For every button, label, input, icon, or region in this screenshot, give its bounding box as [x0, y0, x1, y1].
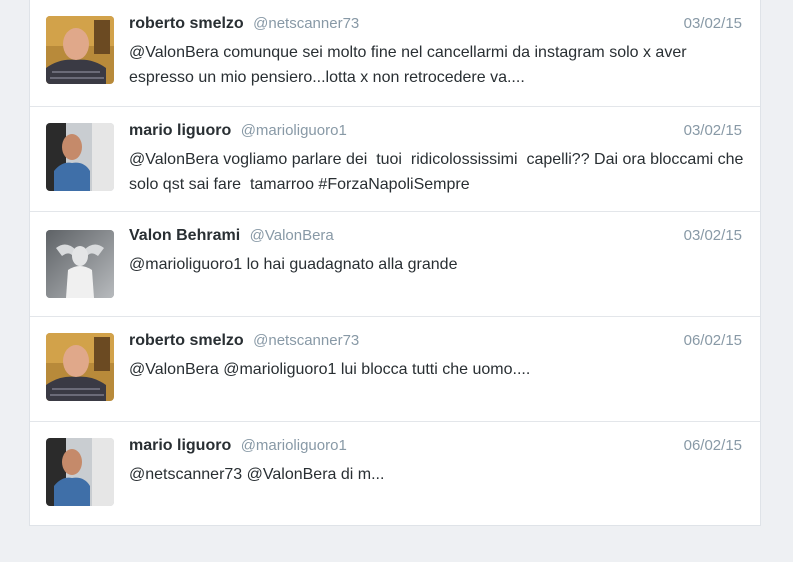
tweet-item[interactable]: mario liguoro @marioliguoro1 03/02/15 @V…: [30, 107, 760, 212]
tweet-fullname[interactable]: mario liguoro: [129, 437, 231, 454]
tweet-fullname[interactable]: mario liguoro: [129, 122, 231, 139]
tweet-fullname[interactable]: roberto smelzo: [129, 332, 244, 349]
tweet-text: @ValonBera @marioliguoro1 lui blocca tut…: [129, 361, 531, 378]
tweet-text: @ValonBera vogliamo parlare dei tuoi rid…: [129, 151, 748, 193]
avatar[interactable]: [46, 333, 114, 401]
person-photo-roberto: [46, 16, 114, 84]
tweet-username[interactable]: @marioliguoro1: [241, 437, 347, 454]
tweet-item[interactable]: roberto smelzo @netscanner73 03/02/15 @V…: [30, 0, 760, 107]
tweet-date[interactable]: 03/02/15: [684, 224, 742, 248]
tweet-text: @netscanner73 @ValonBera di m...: [129, 466, 385, 483]
tweet-item[interactable]: mario liguoro @marioliguoro1 06/02/15 @n…: [30, 422, 760, 526]
avatar[interactable]: [46, 438, 114, 506]
tweet-username[interactable]: @marioliguoro1: [241, 122, 347, 139]
tweet-item[interactable]: Valon Behrami @ValonBera 03/02/15 @mario…: [30, 212, 760, 317]
person-photo-mario: [46, 123, 114, 191]
tweet-date[interactable]: 03/02/15: [684, 12, 742, 36]
tweet-feed: roberto smelzo @netscanner73 03/02/15 @V…: [29, 0, 761, 526]
tweet-text: @ValonBera comunque sei molto fine nel c…: [129, 44, 692, 86]
tweet-date[interactable]: 06/02/15: [684, 329, 742, 353]
tweet-username[interactable]: @netscanner73: [253, 15, 359, 32]
tweet-username[interactable]: @netscanner73: [253, 332, 359, 349]
person-photo-mario: [46, 438, 114, 506]
avatar[interactable]: [46, 123, 114, 191]
tweet-date[interactable]: 03/02/15: [684, 119, 742, 143]
avatar[interactable]: [46, 16, 114, 84]
tweet-fullname[interactable]: roberto smelzo: [129, 15, 244, 32]
person-photo-roberto: [46, 333, 114, 401]
tweet-username[interactable]: @ValonBera: [250, 227, 334, 244]
person-photo-valon: [46, 230, 114, 298]
tweet-date[interactable]: 06/02/15: [684, 434, 742, 458]
tweet-fullname[interactable]: Valon Behrami: [129, 227, 240, 244]
tweet-text: @marioliguoro1 lo hai guadagnato alla gr…: [129, 256, 458, 273]
tweet-item[interactable]: roberto smelzo @netscanner73 06/02/15 @V…: [30, 317, 760, 422]
avatar[interactable]: [46, 230, 114, 298]
